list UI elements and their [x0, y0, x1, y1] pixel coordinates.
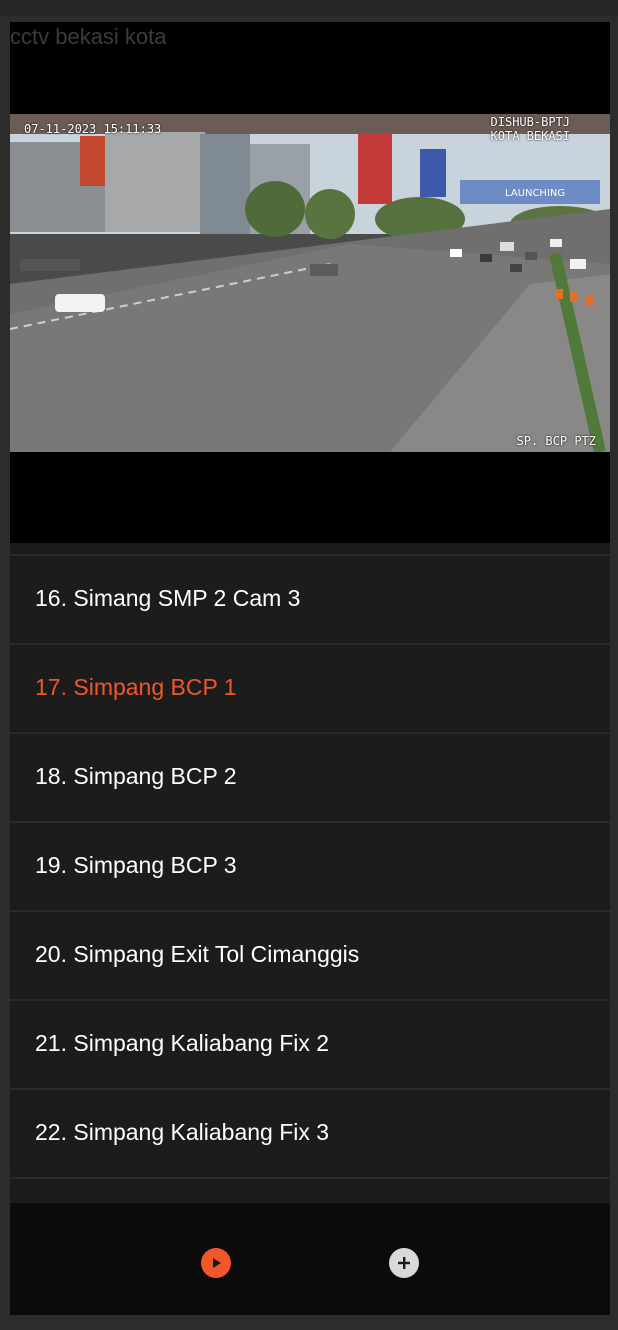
agency-line-2: KOTA BEKASI [490, 129, 570, 143]
list-item[interactable]: 17. Simpang BCP 1 [10, 643, 610, 729]
window-top-strip [0, 0, 618, 16]
add-button[interactable] [389, 1248, 419, 1278]
play-icon [213, 1258, 221, 1268]
list-item[interactable]: 19. Simpang BCP 3 [10, 821, 610, 907]
page-title: cctv bekasi kota [10, 24, 167, 49]
bottom-control-bar [10, 1203, 610, 1315]
traffic-scene: LAUNCHING [10, 114, 610, 452]
svg-text:LAUNCHING: LAUNCHING [505, 188, 565, 199]
list-item-partial[interactable] [10, 1177, 610, 1204]
list-item[interactable]: 18. Simpang BCP 2 [10, 732, 610, 818]
cctv-video-feed[interactable]: LAUNCHING 07-11-2023 15:11:33 DISHUB-BPT… [10, 114, 610, 452]
list-item[interactable]: 16. Simang SMP 2 Cam 3 [10, 554, 610, 640]
app-frame: cctv bekasi kota LAUNCHING 07-11-2023 15… [10, 22, 610, 1315]
list-item-label: 19. Simpang BCP 3 [35, 851, 237, 878]
list-item-label: 17. Simpang BCP 1 [35, 673, 237, 700]
agency-line-1: DISHUB-BPTJ [490, 115, 570, 129]
list-item-label: 18. Simpang BCP 2 [35, 762, 237, 789]
plus-icon [398, 1257, 410, 1269]
list-item[interactable]: 22. Simpang Kaliabang Fix 3 [10, 1088, 610, 1174]
list-item[interactable]: 21. Simpang Kaliabang Fix 2 [10, 999, 610, 1085]
video-agency-label: DISHUB-BPTJ KOTA BEKASI [491, 115, 570, 143]
list-item-label: 22. Simpang Kaliabang Fix 3 [35, 1118, 330, 1145]
camera-list: 16. Simang SMP 2 Cam 3 17. Simpang BCP 1… [10, 554, 610, 1204]
camera-label: SP. BCP PTZ [516, 434, 596, 448]
list-item[interactable]: 20. Simpang Exit Tol Cimanggis [10, 910, 610, 996]
video-panel: cctv bekasi kota LAUNCHING 07-11-2023 15… [10, 22, 610, 543]
list-item-label: 16. Simang SMP 2 Cam 3 [35, 584, 301, 611]
list-item-label: 20. Simpang Exit Tol Cimanggis [35, 940, 360, 967]
list-item-label: 21. Simpang Kaliabang Fix 2 [35, 1029, 330, 1056]
video-timestamp: 07-11-2023 15:11:33 [24, 122, 162, 136]
play-button[interactable] [201, 1248, 231, 1278]
